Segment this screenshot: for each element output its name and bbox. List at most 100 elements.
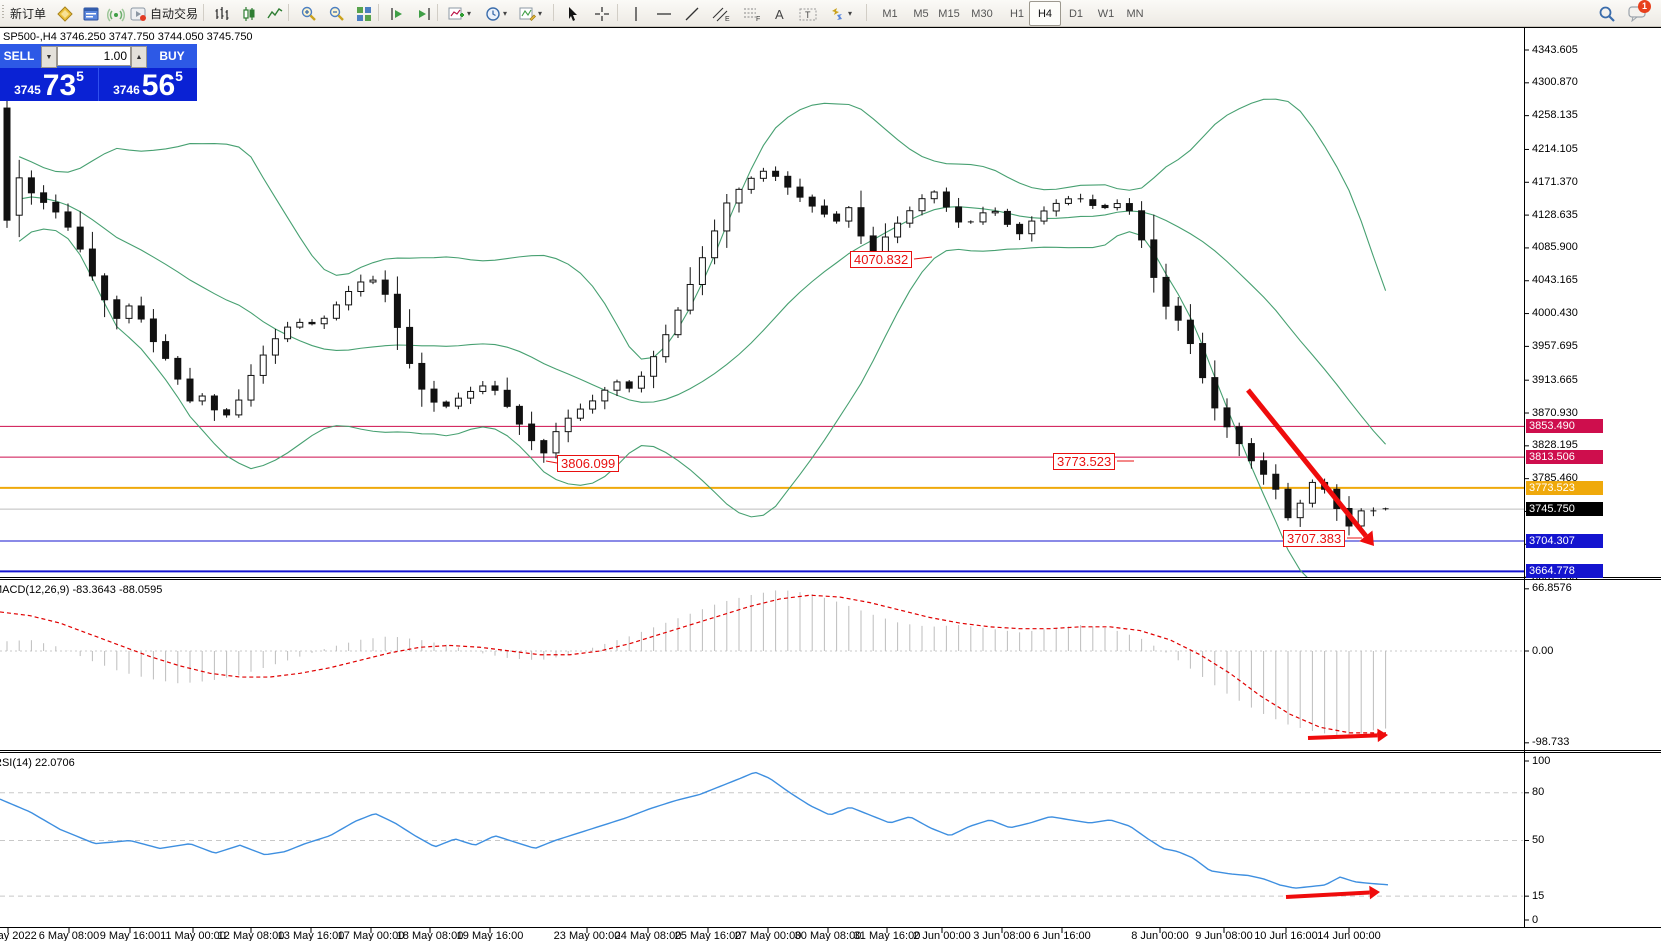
clock-icon [485,6,501,22]
market-watch-icon[interactable] [52,1,78,26]
horizontal-line-icon [656,6,672,22]
cursor-icon [565,6,580,22]
bar-chart-mode-button[interactable] [210,1,234,26]
timeframe-d1[interactable]: D1 [1060,1,1092,26]
price-callout-label[interactable]: 3707.383 [1283,530,1345,547]
zoom-in-icon [300,5,317,22]
macd-axis-label: 0.00 [1532,645,1553,657]
buy-price-button[interactable]: 3746 56 5 [99,68,197,101]
indicators-icon [448,6,465,22]
price-axis-label: 4043.165 [1532,274,1578,286]
svg-text:F: F [756,16,760,22]
zoom-out-icon [328,5,345,22]
volume-input[interactable] [57,46,131,66]
auto-scroll-icon [389,6,405,22]
terminal-window-icon[interactable] [78,1,104,26]
sell-price-small: 3745 [14,83,41,97]
auto-scroll-button[interactable] [385,1,409,26]
fibonacci-tool[interactable]: F [739,1,765,26]
trading-platform-window: 新订单 自动交易 [0,0,1661,941]
periods-button[interactable]: ▾ [481,1,511,26]
price-callout-label[interactable]: 4070.832 [850,251,912,268]
rsi-axis-label: 0 [1532,914,1538,926]
level-price-badge: 3853.490 [1526,419,1603,433]
timeframe-w1[interactable]: W1 [1090,1,1122,26]
rsi-indicator [0,773,1524,897]
timeframe-h4[interactable]: H4 [1029,1,1061,26]
price-axis-label: 3913.665 [1532,374,1578,386]
buy-price-small: 3746 [113,83,140,97]
macd-axis-label: -98.733 [1532,736,1569,748]
text-icon: A [773,6,787,22]
chart-title: SP500-,H4 3746.250 3747.750 3744.050 374… [3,31,253,43]
candles [4,100,1389,536]
channel-icon: E [712,6,730,22]
sell-price-big: 73 [43,73,76,98]
dropdown-caret-icon: ▾ [467,9,471,18]
trendline-tool[interactable] [680,1,704,26]
price-axis-label: 3957.695 [1532,340,1578,352]
buy-button[interactable]: BUY [147,44,197,68]
arrows-tool[interactable]: ▾ [825,1,856,26]
callout-connectors [546,257,1362,538]
price-callout-label[interactable]: 3773.523 [1053,453,1115,470]
toolbar-separator [203,4,204,21]
vertical-line-tool[interactable] [625,1,647,26]
zoom-out-button[interactable] [324,1,349,26]
text-label-tool[interactable]: T [795,1,821,26]
chart-shift-button[interactable] [412,1,436,26]
svg-text:T: T [805,10,811,20]
search-button[interactable] [1594,1,1620,26]
notification-badge: 1 [1638,0,1651,13]
crosshair-tool-button[interactable] [590,1,614,26]
cursor-tool-button[interactable] [561,1,584,26]
chart-shift-icon [416,6,432,22]
timeframe-m1[interactable]: M1 [874,1,906,26]
templates-button[interactable]: ▾ [515,1,546,26]
vertical-line-icon [629,6,643,22]
zoom-in-button[interactable] [296,1,321,26]
autotrading-button[interactable]: 自动交易 [126,1,202,26]
price-axis-label: 4000.430 [1532,307,1578,319]
autotrading-label: 自动交易 [150,5,198,22]
timeframe-mn[interactable]: MN [1119,1,1151,26]
line-chart-icon [267,6,283,22]
volume-increase-button[interactable]: ▲ [131,46,147,68]
svg-text:A: A [775,7,784,22]
rsi-axis-label: 100 [1532,755,1550,767]
rsi-axis-label: 50 [1532,834,1544,846]
equidistant-channel-tool[interactable]: E [708,1,734,26]
price-callout-label[interactable]: 3806.099 [557,455,619,472]
toolbar-separator [553,4,554,21]
crosshair-icon [594,6,610,22]
sell-price-sup: 5 [76,68,84,84]
trendline-icon [684,6,700,22]
price-axis-label: 3870.930 [1532,407,1578,419]
notifications-button[interactable]: 1 [1624,1,1651,26]
text-tool[interactable]: A [769,1,791,26]
new-order-button[interactable]: 新订单 [6,1,50,26]
timeframe-m15[interactable]: M15 [933,1,965,26]
candlestick-icon [241,6,257,22]
new-order-label: 新订单 [10,5,46,22]
horizontal-line-tool[interactable] [652,1,676,26]
candlestick-mode-button[interactable] [237,1,261,26]
toolbar-separator [288,4,289,21]
line-chart-mode-button[interactable] [263,1,287,26]
rsi-axis-label: 15 [1532,890,1544,902]
price-axis-label: 4171.370 [1532,176,1578,188]
chart-canvas[interactable] [0,0,1661,941]
price-axis-label: 4128.635 [1532,209,1578,221]
label-icon: T [799,6,817,22]
rsi-label: RSI(14) 22.0706 [0,757,75,769]
sell-price-button[interactable]: 3745 73 5 [0,68,99,101]
indicators-button[interactable]: ▾ [444,1,475,26]
macd-indicator [0,590,1524,736]
tile-windows-button[interactable] [352,1,376,26]
macd-arrow-object[interactable] [1308,729,1388,743]
price-axis-label: 4343.605 [1532,44,1578,56]
volume-decrease-button[interactable]: ▼ [41,46,57,68]
timeframe-m30[interactable]: M30 [966,1,998,26]
sell-button[interactable]: SELL [0,44,38,68]
toolbar-grip[interactable] [2,5,4,20]
